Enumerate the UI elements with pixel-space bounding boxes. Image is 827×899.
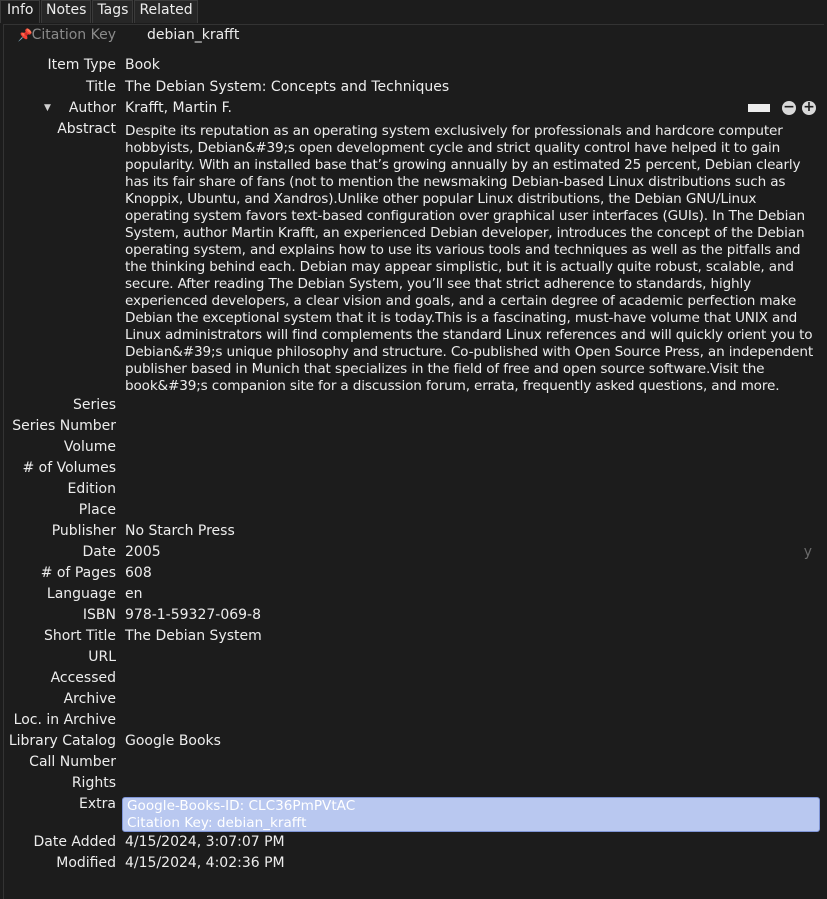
field-row-archive: Archive bbox=[4, 689, 824, 710]
field-row-num-volumes: # of Volumes bbox=[4, 458, 824, 479]
field-row-author: ▼ Author Krafft, Martin F. − + bbox=[4, 98, 824, 119]
field-row-modified: Modified 4/15/2024, 4:02:36 PM bbox=[4, 853, 824, 874]
creator-buttons: − + bbox=[748, 100, 816, 115]
language-label: Language bbox=[46, 586, 116, 602]
dash-icon[interactable] bbox=[748, 104, 770, 112]
citation-key-row: 📌Citation Key debian_krafft bbox=[4, 25, 824, 46]
date-format-hint: y bbox=[803, 544, 812, 560]
field-row-isbn: ISBN 978-1-59327-069-8 bbox=[4, 605, 824, 626]
extra-line-1: Google-Books-ID: CLC36PmPVtAC bbox=[127, 798, 356, 814]
abstract-label: Abstract bbox=[57, 121, 116, 137]
minus-circle-icon[interactable]: − bbox=[782, 100, 796, 115]
triangle-down-icon[interactable]: ▼ bbox=[44, 98, 51, 119]
language-value[interactable]: en bbox=[125, 584, 143, 605]
short-title-label: Short Title bbox=[43, 628, 116, 644]
tab-bar: Info Notes Tags Related bbox=[0, 0, 199, 24]
tab-related[interactable]: Related bbox=[134, 0, 198, 23]
extra-line-2: Citation Key: debian_krafft bbox=[127, 815, 307, 831]
field-row-place: Place bbox=[4, 500, 824, 521]
series-number-label: Series Number bbox=[12, 418, 116, 434]
call-number-label: Call Number bbox=[29, 754, 116, 770]
field-row-url: URL bbox=[4, 647, 824, 668]
field-row-loc-in-archive: Loc. in Archive bbox=[4, 710, 824, 731]
item-type-label: Item Type bbox=[47, 57, 116, 73]
place-label: Place bbox=[78, 502, 116, 518]
field-row-title: Title The Debian System: Concepts and Te… bbox=[4, 77, 824, 98]
field-row-publisher: Publisher No Starch Press bbox=[4, 521, 824, 542]
date-label: Date bbox=[82, 544, 116, 560]
field-row-library-catalog: Library Catalog Google Books bbox=[4, 731, 824, 752]
item-type-value[interactable]: Book bbox=[125, 55, 160, 76]
rights-label: Rights bbox=[71, 775, 116, 791]
date-added-label: Date Added bbox=[33, 834, 116, 850]
title-value[interactable]: The Debian System: Concepts and Techniqu… bbox=[125, 77, 449, 98]
extra-label: Extra bbox=[79, 796, 116, 812]
field-row-accessed: Accessed bbox=[4, 668, 824, 689]
num-pages-value[interactable]: 608 bbox=[125, 563, 152, 584]
num-pages-label: # of Pages bbox=[40, 565, 116, 581]
field-row-extra: Extra Google-Books-ID: CLC36PmPVtAC Cita… bbox=[4, 794, 824, 832]
field-row-edition: Edition bbox=[4, 479, 824, 500]
field-row-call-number: Call Number bbox=[4, 752, 824, 773]
tab-tags[interactable]: Tags bbox=[92, 0, 134, 23]
field-row-num-pages: # of Pages 608 bbox=[4, 563, 824, 584]
publisher-value[interactable]: No Starch Press bbox=[125, 521, 235, 542]
volume-label: Volume bbox=[63, 439, 116, 455]
modified-label: Modified bbox=[56, 855, 116, 871]
library-catalog-label: Library Catalog bbox=[8, 733, 116, 749]
field-row-series: Series bbox=[4, 395, 824, 416]
publisher-label: Publisher bbox=[51, 523, 116, 539]
date-value[interactable]: 2005 bbox=[125, 542, 161, 563]
library-catalog-value[interactable]: Google Books bbox=[125, 731, 221, 752]
archive-label: Archive bbox=[63, 691, 116, 707]
author-value[interactable]: Krafft, Martin F. bbox=[125, 98, 232, 119]
isbn-label: ISBN bbox=[82, 607, 116, 623]
field-row-rights: Rights bbox=[4, 773, 824, 794]
abstract-value[interactable]: Despite its reputation as an operating s… bbox=[125, 123, 817, 395]
url-label: URL bbox=[88, 649, 116, 665]
accessed-label: Accessed bbox=[50, 670, 116, 686]
field-row-date-added: Date Added 4/15/2024, 3:07:07 PM bbox=[4, 832, 824, 853]
field-row-date: Date 2005 y bbox=[4, 542, 824, 563]
item-info-panel: 📌Citation Key debian_krafft Item Type Bo… bbox=[3, 24, 824, 899]
citation-key-label: 📌Citation Key bbox=[18, 25, 116, 46]
date-added-value: 4/15/2024, 3:07:07 PM bbox=[125, 834, 285, 850]
num-volumes-label: # of Volumes bbox=[22, 460, 117, 476]
title-label: Title bbox=[85, 79, 116, 95]
plus-circle-icon[interactable]: + bbox=[802, 100, 816, 115]
pushpin-icon[interactable]: 📌 bbox=[18, 25, 33, 46]
field-row-short-title: Short Title The Debian System bbox=[4, 626, 824, 647]
loc-in-archive-label: Loc. in Archive bbox=[13, 712, 116, 728]
tab-info[interactable]: Info bbox=[0, 0, 40, 23]
author-label[interactable]: Author bbox=[69, 98, 116, 119]
extra-value-field[interactable]: Google-Books-ID: CLC36PmPVtAC Citation K… bbox=[122, 797, 820, 832]
field-row-language: Language en bbox=[4, 584, 824, 605]
modified-value: 4/15/2024, 4:02:36 PM bbox=[125, 855, 285, 871]
isbn-value[interactable]: 978-1-59327-069-8 bbox=[125, 605, 261, 626]
edition-label: Edition bbox=[67, 481, 116, 497]
field-row-item-type: Item Type Book bbox=[4, 55, 824, 76]
citation-key-value[interactable]: debian_krafft bbox=[147, 25, 239, 46]
tab-notes[interactable]: Notes bbox=[41, 0, 92, 23]
series-label: Series bbox=[72, 397, 116, 413]
field-row-abstract: Abstract Despite its reputation as an op… bbox=[4, 119, 824, 399]
short-title-value[interactable]: The Debian System bbox=[125, 626, 262, 647]
field-row-series-number: Series Number bbox=[4, 416, 824, 437]
field-row-volume: Volume bbox=[4, 437, 824, 458]
